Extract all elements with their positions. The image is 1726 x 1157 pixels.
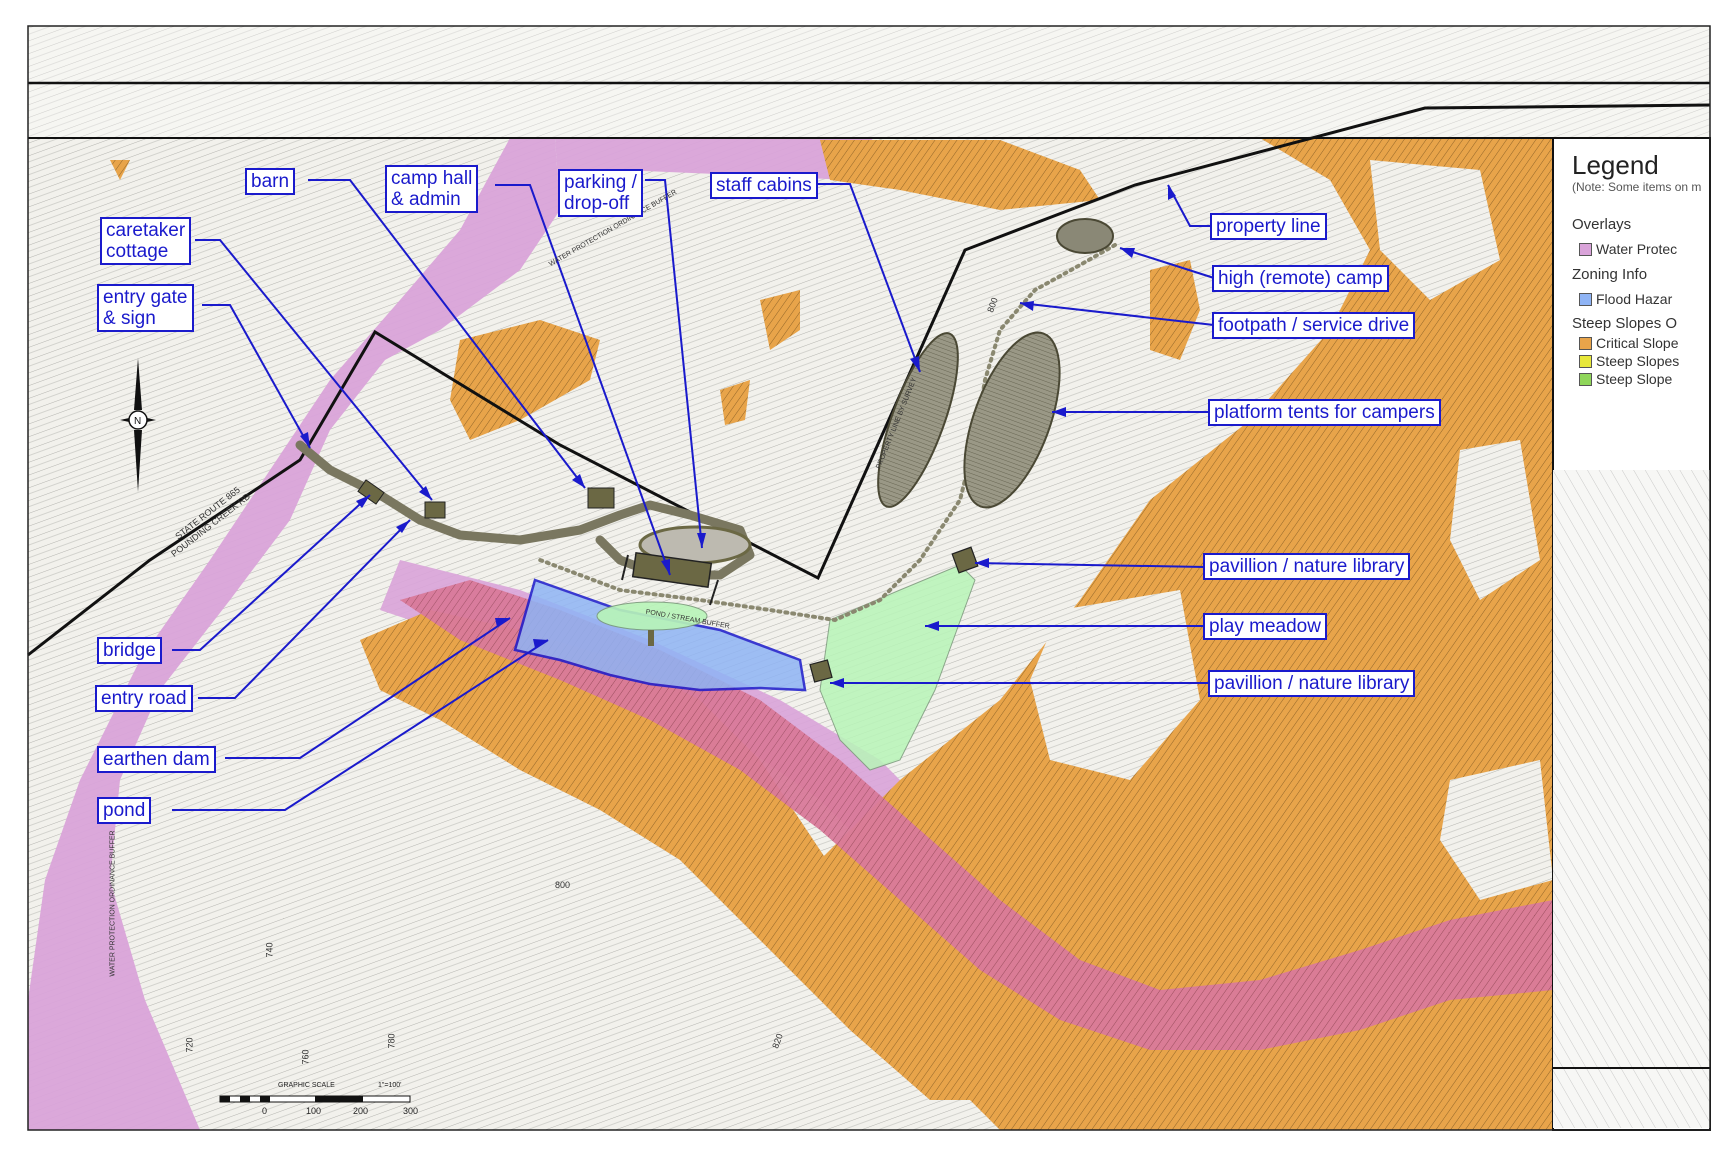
steep-yellow-swatch xyxy=(1579,355,1592,368)
callout-entry-gate-line2: & sign xyxy=(103,308,156,329)
water-buffer-left-label: WATER PROTECTION ORDINANCE BUFFER xyxy=(109,830,117,977)
callout-caretaker-line2: cottage xyxy=(106,241,169,262)
high-camp xyxy=(1056,218,1114,254)
callout-parking-line1: parking / xyxy=(564,172,637,193)
callout-entry-gate-line1: entry gate xyxy=(103,287,188,308)
pavillion-lower xyxy=(809,659,833,683)
steep-green-swatch xyxy=(1579,373,1592,386)
callout-camp-hall: camp hall & admin xyxy=(385,165,479,213)
legend-overlays-heading: Overlays xyxy=(1572,216,1632,233)
callout-parking-line2: drop-off xyxy=(564,193,630,214)
scale-tick-200: 200 xyxy=(353,1106,369,1116)
callout-barn: barn xyxy=(245,168,296,195)
svg-text:N: N xyxy=(134,416,141,427)
legend-water-protection: Water Protec xyxy=(1596,241,1678,257)
scale-tick-100: 100 xyxy=(306,1106,322,1116)
scale-tick-300: 300 xyxy=(403,1106,419,1116)
legend-note: (Note: Some items on m xyxy=(1572,180,1702,194)
barn-building xyxy=(587,487,615,509)
scale-ratio: 1"=100' xyxy=(378,1082,402,1089)
water-protection-swatch xyxy=(1579,243,1592,256)
callout-caretaker-line1: caretaker xyxy=(106,220,186,241)
callout-camp-hall-line2: & admin xyxy=(391,189,461,210)
callout-entry-road: entry road xyxy=(95,685,193,712)
callout-parking: parking / drop-off xyxy=(558,169,643,217)
legend-steep-yellow: Steep Slopes xyxy=(1596,353,1680,369)
legend-critical-slope: Critical Slope xyxy=(1596,335,1679,351)
scale-tick-0: 0 xyxy=(262,1106,268,1116)
scale-title: GRAPHIC SCALE xyxy=(278,1082,335,1089)
contour-label-780: 780 xyxy=(386,1033,397,1049)
callout-footpath: footpath / service drive xyxy=(1212,312,1416,339)
callout-staff-cabins: staff cabins xyxy=(710,172,818,199)
callout-high-camp: high (remote) camp xyxy=(1212,265,1389,292)
critical-slope-swatch xyxy=(1579,337,1592,350)
contour-label-800-a: 800 xyxy=(555,880,571,890)
callout-entry-gate: entry gate & sign xyxy=(97,284,194,332)
legend: Legend (Note: Some items on m Overlays W… xyxy=(1553,140,1726,1060)
callout-earthen-dam: earthen dam xyxy=(97,746,216,773)
callout-camp-hall-line1: camp hall xyxy=(391,168,473,189)
legend-steep-green: Steep Slope xyxy=(1596,371,1673,387)
callout-platform-tents: platform tents for campers xyxy=(1208,399,1441,426)
caretaker-cottage xyxy=(424,501,446,519)
contour-label-760: 760 xyxy=(300,1049,311,1065)
callout-pavillion-lower: pavillion / nature library xyxy=(1208,670,1416,697)
callout-caretaker: caretaker cottage xyxy=(100,217,192,265)
callout-bridge: bridge xyxy=(97,637,162,664)
legend-zoning-heading: Zoning Info xyxy=(1572,266,1648,283)
legend-flood-hazard: Flood Hazar xyxy=(1596,291,1673,307)
legend-title: Legend xyxy=(1572,150,1659,180)
scale-bar xyxy=(219,1095,411,1103)
contour-label-740: 740 xyxy=(264,942,275,958)
contour-label-720: 720 xyxy=(184,1037,195,1053)
callout-pavillion-upper: pavillion / nature library xyxy=(1203,553,1411,580)
callout-play-meadow: play meadow xyxy=(1203,613,1327,640)
callout-pond: pond xyxy=(97,797,152,824)
legend-steep-heading: Steep Slopes O xyxy=(1572,315,1678,332)
callout-property-line: property line xyxy=(1210,213,1327,240)
flood-hazard-swatch xyxy=(1579,293,1592,306)
dam-outlet xyxy=(648,630,654,646)
